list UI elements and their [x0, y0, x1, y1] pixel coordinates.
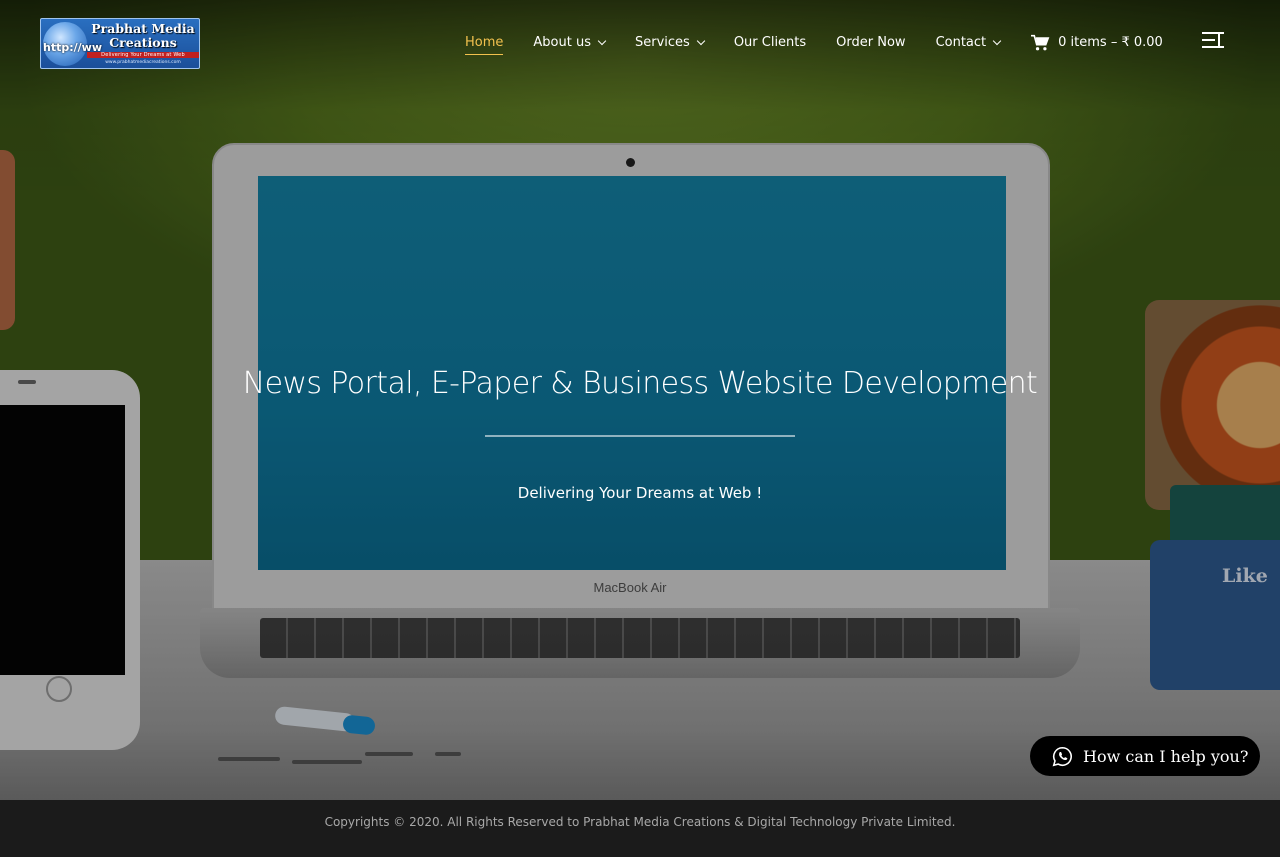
nav-our-clients-label: Our Clients — [733, 35, 807, 50]
nav-home[interactable]: Home — [465, 35, 504, 55]
paper-clip — [435, 752, 461, 756]
nav-about-us[interactable]: About us — [533, 35, 607, 50]
copyright-text: Copyrights © 2020. All Rights Reserved t… — [324, 815, 956, 829]
nav-contact-label: Contact — [935, 35, 987, 50]
site-footer: Copyrights © 2020. All Rights Reserved t… — [0, 800, 1280, 857]
hero-divider — [485, 435, 795, 437]
decorative-object — [0, 150, 15, 330]
whatsapp-icon — [1052, 746, 1072, 766]
nav-order-now[interactable]: Order Now — [836, 35, 905, 50]
sidebar-toggle-icon[interactable] — [1202, 31, 1224, 48]
paper-clip — [218, 757, 280, 761]
help-button-label: How can I help you? — [1083, 746, 1249, 766]
phone-home-button — [46, 676, 72, 702]
laptop-keyboard — [260, 618, 1020, 658]
phone-screen — [0, 405, 125, 675]
cart-summary: 0 items – ₹ 0.00 — [1058, 35, 1163, 50]
nav-home-label: Home — [465, 35, 504, 50]
laptop-brand-label: MacBook Air — [593, 580, 667, 595]
nav-services-label: Services — [634, 35, 690, 50]
blue-block-text: Like — [1222, 565, 1268, 587]
blue-block — [1150, 540, 1280, 690]
shopping-cart-icon — [1031, 34, 1050, 50]
site-logo[interactable]: http://ww Prabhat Media Creations Delive… — [40, 18, 200, 69]
chevron-down-icon — [597, 36, 607, 45]
cart-link[interactable]: 0 items – ₹ 0.00 — [1030, 34, 1163, 52]
nav-services[interactable]: Services — [634, 35, 706, 50]
whatsapp-help-button[interactable]: How can I help you? — [1030, 736, 1260, 776]
nav-our-clients[interactable]: Our Clients — [734, 35, 806, 50]
main-nav: Home About us Services Our Clients Order… — [465, 30, 1163, 55]
logo-title: Prabhat Media Creations — [87, 22, 199, 50]
paper-clip — [292, 760, 362, 764]
marker-cap — [342, 714, 376, 736]
hero-title: News Portal, E-Paper & Business Website … — [242, 366, 1038, 401]
nav-about-us-label: About us — [533, 35, 591, 50]
hero-subtitle: Delivering Your Dreams at Web ! — [517, 484, 763, 502]
paper-clip — [365, 752, 413, 756]
logo-url: www.prabhatmediacreations.com — [105, 60, 181, 65]
chevron-down-icon — [696, 36, 706, 45]
logo-title-line2: Creations — [109, 35, 177, 50]
site-header: http://ww Prabhat Media Creations Delive… — [0, 0, 1280, 80]
nav-contact[interactable]: Contact — [935, 35, 1002, 50]
laptop-camera — [626, 158, 635, 167]
logo-title-line1: Prabhat Media — [91, 21, 195, 36]
logo-tagline: Delivering Your Dreams at Web — [87, 52, 199, 58]
nav-order-now-label: Order Now — [836, 35, 906, 50]
chevron-down-icon — [992, 36, 1002, 45]
